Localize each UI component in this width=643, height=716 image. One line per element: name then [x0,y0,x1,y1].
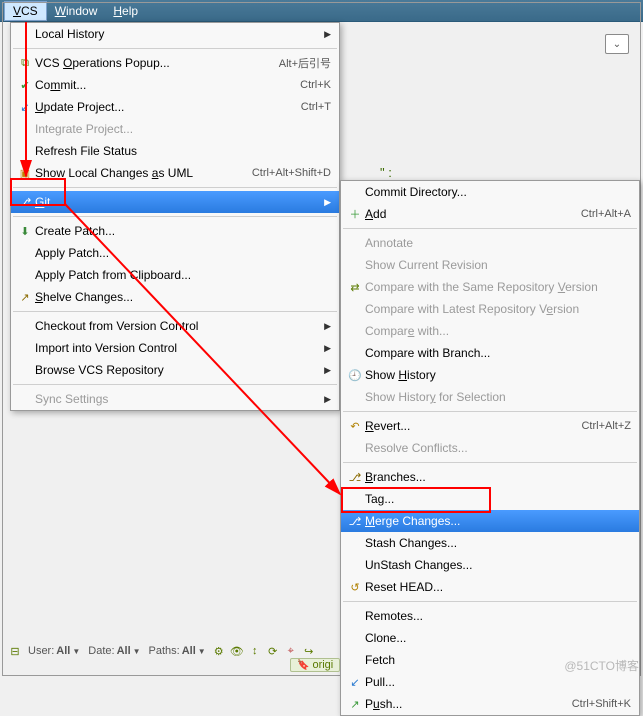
branch-tag[interactable]: origi [290,658,340,672]
filter-bar: ⊟ User: All ▼ Date: All ▼ Paths: All ▼ ⚙… [8,644,316,658]
mi-commit-dir[interactable]: Commit Directory... [341,181,639,203]
history-icon: 🕘 [345,367,365,383]
git-menu-panel: Commit Directory... ＋AddCtrl+Alt+A Annot… [340,180,640,716]
bg-text: " : [380,165,392,180]
mi-apply-patch[interactable]: Apply Patch... [11,242,339,264]
vcs-menu-panel: Local History▶ ⧉VCS Operations Popup...A… [10,22,340,411]
mi-cmp-latest: Compare with Latest Repository Version [341,298,639,320]
patch-icon: ⬇ [15,223,35,239]
mi-cmp-same: ⇄Compare with the Same Repository Versio… [341,276,639,298]
mi-pull[interactable]: ↙Pull... [341,671,639,693]
pick-icon[interactable]: ⌖ [284,644,298,658]
mi-vcs-ops[interactable]: ⧉VCS Operations Popup...Alt+后引号 [11,52,339,74]
update-icon: ↙ [15,99,35,115]
menu-window[interactable]: Window [47,2,106,20]
mi-cmp-branch[interactable]: Compare with Branch... [341,342,639,364]
mi-shelve[interactable]: ↗Shelve Changes... [11,286,339,308]
diff-icon: ⇄ [345,279,365,295]
mi-show-hist[interactable]: 🕘Show History [341,364,639,386]
mi-push[interactable]: ↗Push...Ctrl+Shift+K [341,693,639,715]
dropdown-small[interactable]: ⌄ [605,34,629,54]
mi-apply-clip[interactable]: Apply Patch from Clipboard... [11,264,339,286]
menu-vcs[interactable]: VVCSCS [4,1,47,21]
refresh-icon[interactable]: ⟳ [266,644,280,658]
filter-paths[interactable]: Paths: All ▼ [147,644,208,658]
mi-sync: Sync Settings▶ [11,388,339,410]
revert-icon: ↶ [345,418,365,434]
branch-icon: ⎇ [345,469,365,485]
menu-help[interactable]: Help [105,2,146,20]
merge-icon: ⎇ [345,513,365,529]
mi-branches[interactable]: ⎇Branches... [341,466,639,488]
mi-refresh[interactable]: Refresh File Status [11,140,339,162]
mi-browse-repo[interactable]: Browse VCS Repository▶ [11,359,339,381]
mi-git[interactable]: ⎇Git▶ [11,191,339,213]
commit-icon: ✔ [15,77,35,93]
push-icon: ↗ [345,696,365,712]
mi-integrate: Integrate Project... [11,118,339,140]
mi-commit[interactable]: ✔Commit...Ctrl+K [11,74,339,96]
uml-icon: ▣ [15,165,35,181]
go-icon[interactable]: ↪ [302,644,316,658]
mi-add[interactable]: ＋AddCtrl+Alt+A [341,203,639,225]
mi-cmp-with: Compare with... [341,320,639,342]
mi-merge[interactable]: ⎇Merge Changes... [341,510,639,532]
add-icon: ＋ [345,206,365,222]
gear-icon[interactable]: ⚙ [212,644,226,658]
mi-remotes[interactable]: Remotes... [341,605,639,627]
mi-update[interactable]: ↙Update Project...Ctrl+T [11,96,339,118]
collapse-icon[interactable]: ↕ [248,644,262,658]
mi-checkout-vc[interactable]: Checkout from Version Control▶ [11,315,339,337]
mi-show-cur: Show Current Revision [341,254,639,276]
mi-local-history[interactable]: Local History▶ [11,23,339,45]
shelve-icon: ↗ [15,289,35,305]
mi-revert[interactable]: ↶Revert...Ctrl+Alt+Z [341,415,639,437]
mi-unstash[interactable]: UnStash Changes... [341,554,639,576]
mi-show-hist-sel: Show History for Selection [341,386,639,408]
filter-date[interactable]: Date: All ▼ [86,644,142,658]
mi-reset[interactable]: ↺Reset HEAD... [341,576,639,598]
filter-user[interactable]: User: All ▼ [26,644,82,658]
mi-annotate: Annotate [341,232,639,254]
eye-icon[interactable]: 👁 [230,644,244,658]
watermark: @51CTO博客 [564,657,639,674]
mi-stash[interactable]: Stash Changes... [341,532,639,554]
mi-import-vc[interactable]: Import into Version Control▶ [11,337,339,359]
git-icon: ⎇ [15,194,35,210]
menubar: VVCSCS Window Help [0,0,643,22]
mi-uml[interactable]: ▣Show Local Changes as UMLCtrl+Alt+Shift… [11,162,339,184]
ops-icon: ⧉ [15,55,35,71]
mi-tag[interactable]: Tag... [341,488,639,510]
structure-icon[interactable]: ⊟ [8,644,22,658]
reset-icon: ↺ [345,579,365,595]
mi-create-patch[interactable]: ⬇Create Patch... [11,220,339,242]
mi-resolve: Resolve Conflicts... [341,437,639,459]
mi-clone[interactable]: Clone... [341,627,639,649]
pull-icon: ↙ [345,674,365,690]
